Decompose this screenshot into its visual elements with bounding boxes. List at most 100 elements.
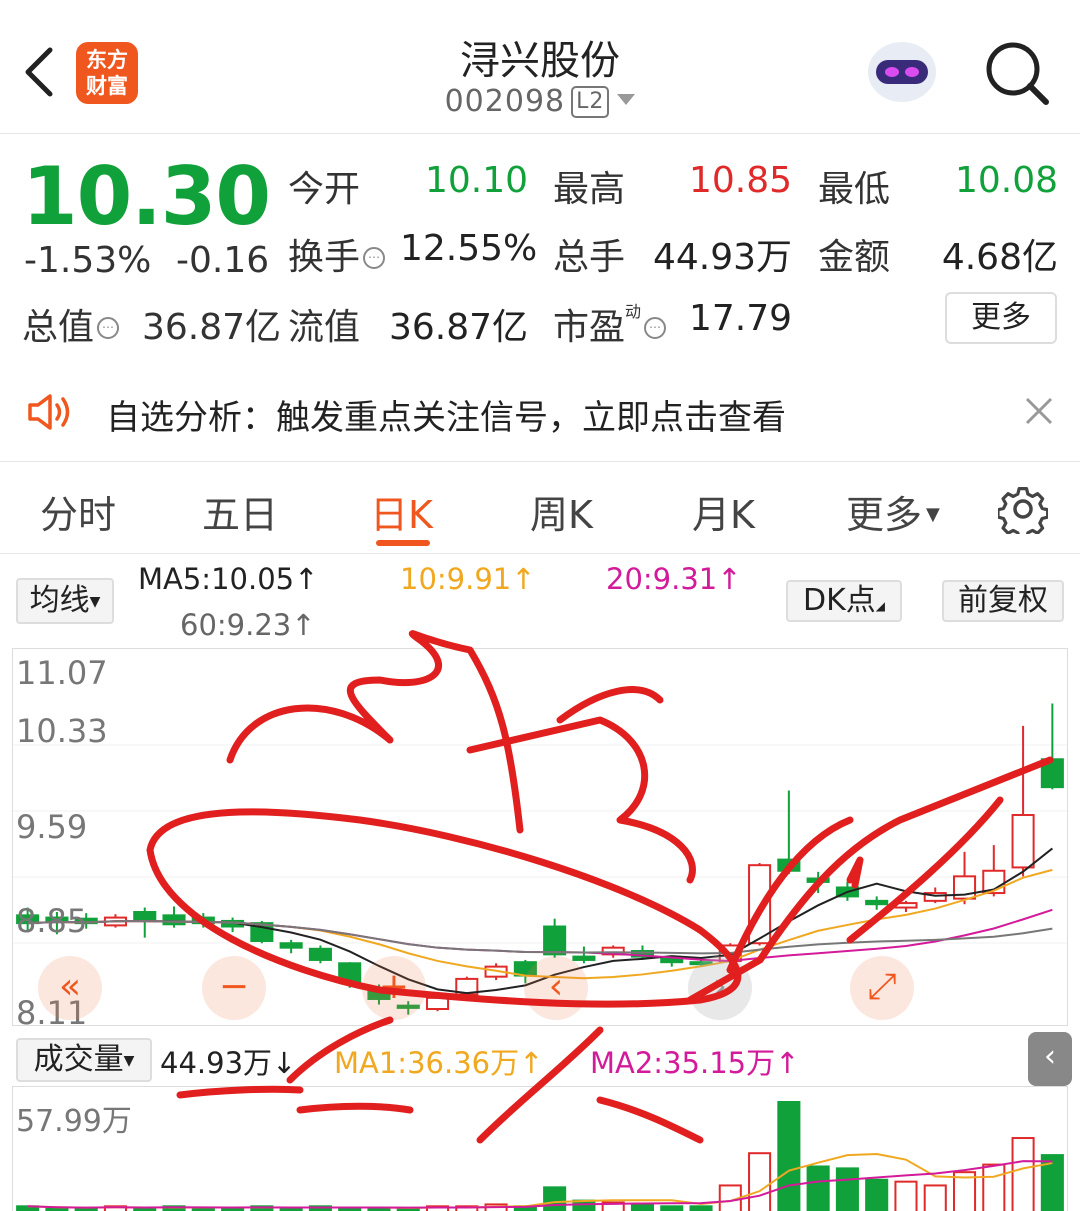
ma60-line [27,920,1053,955]
volume-bar [835,1167,859,1211]
candle-body [748,864,772,945]
search-icon[interactable] [984,40,1050,106]
volume-label: 总手 [553,237,626,278]
adjust-mode-button[interactable]: 前复权 [942,580,1064,622]
price-axis-label: 11.07 [16,654,108,692]
tab-more[interactable]: 更多 ▼ [846,484,940,539]
tab-monthly-k[interactable]: 月K [692,484,755,539]
volume-axis-max: 57.99万 [16,1104,132,1139]
ma10-value: 10:9.91↑ [400,562,536,596]
pe-label[interactable]: 市盈动⋯ [553,298,667,350]
tab-weekly-k[interactable]: 周K [530,484,593,539]
stock-code: 002098 [444,84,566,119]
float-cap-label: 流值 [288,307,361,348]
dk-point-button[interactable]: DK点◢ [786,580,902,622]
change-percent: -1.53% [24,240,152,281]
volume-chart[interactable] [12,1086,1068,1211]
high-label: 最高 [553,169,626,210]
volume-bar [630,1203,655,1211]
open-value: 10.10 [424,160,528,201]
amount-value: 4.68亿 [941,237,1058,278]
info-icon: ⋯ [363,247,386,269]
zoom-in-icon[interactable]: + [362,956,426,1020]
volume-bar [543,1186,567,1211]
period-tabs: 分时 五日 日K 周K 月K 更多 ▼ [0,462,1080,554]
tab-intraday[interactable]: 分时 [40,484,116,539]
volume-bar [660,1205,684,1211]
turnover-label[interactable]: 换手 ⋯ [288,228,386,280]
more-quote-button[interactable]: 更多 [945,292,1057,344]
candle-body [133,911,157,922]
float-cap-value: 36.87亿 [388,307,528,348]
change-amount: -0.16 [176,240,270,281]
amount-label: 金额 [818,237,891,278]
volume-svg [16,1101,1064,1211]
candle-body [660,957,684,964]
volume-value: 44.93万 [652,237,792,278]
tab-daily-k[interactable]: 日K [370,484,433,539]
volume-indicator-select[interactable]: 成交量▼ [16,1038,152,1082]
volume-bar [865,1178,889,1211]
ma20-value: 20:9.31↑ [606,562,742,596]
volume-bar [1011,1137,1035,1211]
candle-body [1040,758,1064,789]
caret-down-icon: ▼ [89,594,101,610]
tab-five-day[interactable]: 五日 [202,484,278,539]
active-tab-underline [376,540,430,546]
current-price: 10.30 [22,150,271,243]
candle-body [279,942,303,949]
corner-arrow-icon: ◢ [875,599,885,613]
robot-assistant-icon[interactable] [862,36,942,108]
notice-bar[interactable]: 自选分析：触发重点关注信号，立即点击查看 [0,364,1080,462]
low-value: 10.08 [954,160,1058,201]
price-axis-label: 8.85 [16,902,88,940]
candle-body [162,914,186,926]
ma-select[interactable]: 均线▼ [16,578,114,624]
notice-text: 自选分析：触发重点关注信号，立即点击查看 [106,398,786,438]
zoom-out-icon[interactable]: − [202,956,266,1020]
candle-body [425,996,450,1010]
candle-body [777,858,801,872]
candle-body [308,947,332,961]
scroll-left-icon[interactable]: ‹ [524,956,588,1020]
open-label: 今开 [288,169,361,210]
volume-bar [982,1163,1006,1211]
candle-body [894,902,918,909]
candle-body [865,899,889,906]
pe-superscript: 动 [625,302,642,321]
volume-bar [777,1101,801,1211]
close-icon[interactable] [1024,396,1054,426]
candle-body [572,955,596,961]
volume-value: 44.93万↓ [160,1046,297,1080]
scroll-left-fast-icon[interactable]: « [38,956,102,1020]
volume-bar [689,1205,713,1211]
level2-badge: L2 [571,86,610,118]
volume-bar [923,1184,947,1211]
caret-down-icon: ▼ [123,1053,135,1069]
volume-ma1: MA1:36.36万↑ [334,1046,544,1080]
volume-bar [748,1152,772,1211]
market-cap-label[interactable]: 总值 ⋯ [22,298,120,350]
pe-value: 17.79 [688,298,792,339]
settings-gear-icon[interactable] [998,484,1048,534]
info-icon: ⋯ [97,317,120,339]
turnover-value: 12.55% [400,228,538,269]
ma60-value: 60:9.23↑ [180,608,316,642]
low-label: 最低 [818,169,891,210]
top-header: 东方 财富 浔兴股份 002098 L2 [0,0,1080,134]
info-icon: ⋯ [644,317,667,339]
candle-body [806,877,830,883]
candle-body [1011,814,1035,869]
high-value: 10.85 [688,160,792,201]
volume-bar [806,1165,830,1211]
price-axis-label: 9.59 [16,808,88,846]
market-cap-value: 36.87亿 [142,307,282,348]
collapse-panel-icon[interactable]: ‹ [1028,1032,1072,1086]
speaker-icon [28,394,70,430]
candle-body [338,962,362,984]
volume-bar [894,1180,918,1211]
price-axis-label: 10.33 [16,712,108,750]
fullscreen-icon[interactable]: ⤢ [850,956,914,1020]
volume-ma2: MA2:35.15万↑ [590,1046,800,1080]
scroll-right-icon[interactable]: › [688,956,752,1020]
